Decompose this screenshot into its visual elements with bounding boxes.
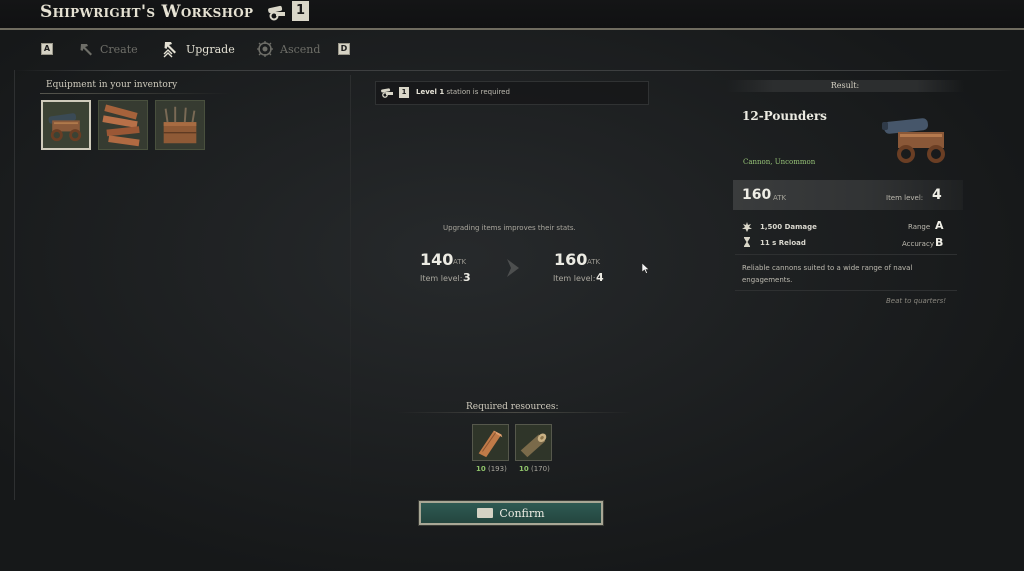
resource-count-lumber: 10 (193) [476,465,507,473]
station-tier-badge: 1 [292,1,309,21]
cannon-icon [381,88,393,98]
result-description: Reliable cannons suited to a wide range … [742,264,913,284]
tab-create-label: Create [100,42,138,56]
enter-key-icon [477,508,494,518]
result-item-name: 12-Pounders [742,109,827,123]
result-level-value: 4 [932,187,942,203]
new-atk-value: 160 [554,250,588,269]
resource-needed-lumber: 10 [476,465,486,473]
explosion-icon [742,222,752,232]
cannon-item-icon [882,118,945,163]
hammer-icon [80,44,92,56]
resource-slot-log[interactable] [515,424,552,461]
result-flavor-text: Beat to quarters! [886,297,947,305]
resource-count-log: 10 (170) [519,465,550,473]
mouse-cursor-icon [642,263,650,274]
result-rarity: Cannon, Uncommon [743,158,816,166]
result-range-label: Range [908,223,931,231]
tab-ascend[interactable]: Ascend [256,40,320,58]
upgrade-hammer-icon [163,42,176,58]
result-atk-unit: ATK [773,194,787,202]
divider [350,75,351,495]
divider [735,254,957,255]
current-atk-unit: ATK [453,258,467,266]
inventory-title: Equipment in your inventory [46,80,178,90]
new-atk-unit: ATK [587,258,601,266]
resource-slot-lumber[interactable] [472,424,509,461]
result-level-label: Item level: [886,194,924,202]
result-reload: 11 s Reload [760,239,806,247]
upgrade-hint: Upgrading items improves their stats. [443,224,576,232]
current-atk-value: 140 [420,250,454,269]
divider [735,290,957,291]
chevron-right-icon [507,259,519,277]
tab-ascend-label: Ascend [280,42,321,56]
confirm-button[interactable]: Confirm [418,500,604,526]
result-atk-value: 160 [742,187,772,203]
resource-owned-log: (170) [530,465,550,473]
new-level-label: Item level: [553,274,596,283]
divider [14,70,15,500]
required-resources-title: Required resources: [466,402,559,412]
page-title: Shipwright's Workshop [40,2,254,22]
lumber-icon [473,425,508,460]
planks-item-icon [99,101,147,149]
current-level-label: Item level: [420,274,463,283]
prev-tab-key[interactable]: A [41,43,53,55]
resource-owned-lumber: (193) [487,465,507,473]
tab-create[interactable]: Create [78,40,138,58]
requirement-suffix: station is required [444,88,510,96]
result-accuracy-label: Accuracy [902,240,934,248]
confirm-button-label: Confirm [499,506,545,520]
result-damage: 1,500 Damage [760,223,817,231]
crate-item-icon [156,101,204,149]
divider [398,412,632,413]
next-tab-key[interactable]: D [338,43,350,55]
result-range-grade: A [935,219,944,232]
station-tier-badge: 1 [399,87,409,98]
hourglass-icon [744,237,750,247]
new-level-value: 4 [596,271,604,284]
resource-needed-log: 10 [519,465,529,473]
tab-upgrade-label: Upgrade [186,42,235,56]
ascend-emblem-icon [257,41,273,57]
cannon-item-icon [43,102,89,148]
cannon-icon [268,5,285,21]
tab-upgrade[interactable]: Upgrade [162,40,235,58]
log-icon [516,425,551,460]
inventory-slot-crate[interactable] [155,100,205,150]
title-bar: Shipwright's Workshop 1 [0,0,1024,30]
current-level-value: 3 [463,271,471,284]
inventory-slot-planks[interactable] [98,100,148,150]
result-header: Result: [726,80,964,92]
station-requirement-text: Level 1 station is required [416,88,510,96]
required-level: Level 1 [416,88,445,96]
divider [14,70,1014,71]
inventory-slot-cannon[interactable] [41,100,91,150]
result-accuracy-grade: B [935,236,944,249]
divider [40,93,230,94]
